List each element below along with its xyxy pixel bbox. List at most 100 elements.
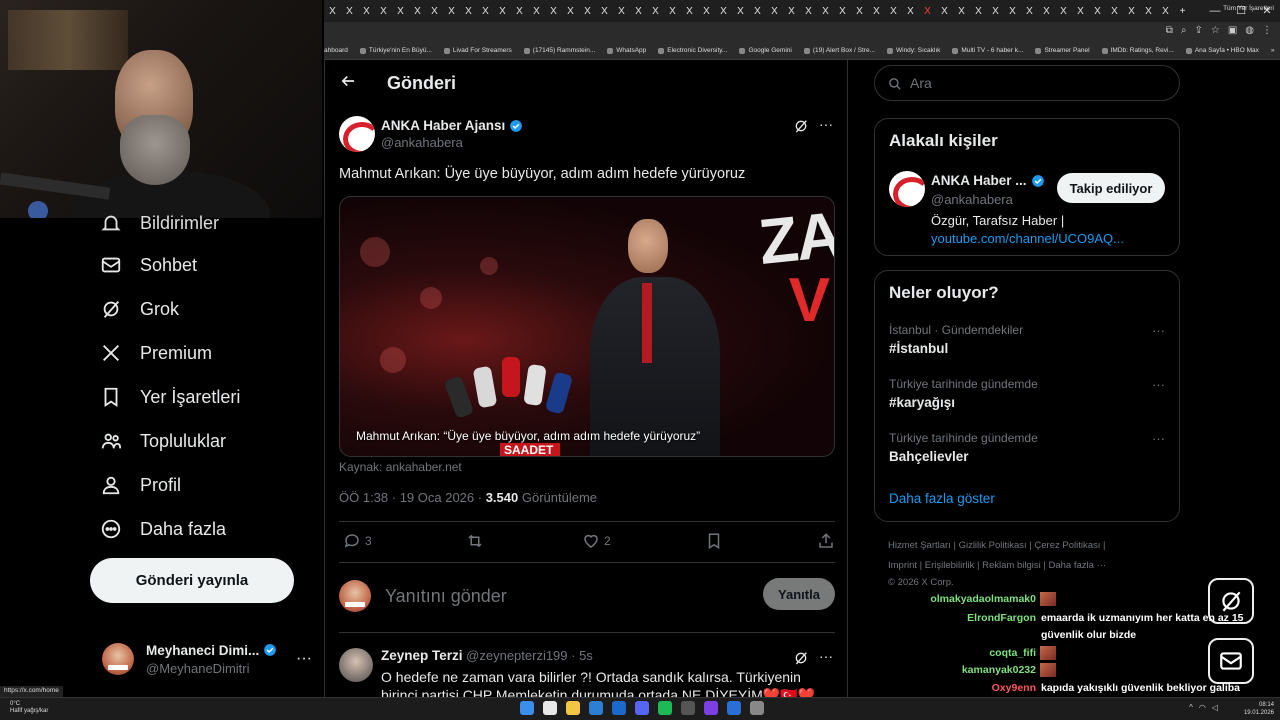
- grok-icon[interactable]: [793, 650, 809, 666]
- wifi-icon[interactable]: ◠: [1199, 703, 1206, 712]
- messages-fab[interactable]: [1208, 638, 1254, 684]
- steam-icon[interactable]: [612, 701, 626, 715]
- browser-tab[interactable]: X: [1055, 0, 1072, 22]
- obs-icon[interactable]: [750, 701, 764, 715]
- browser-tab[interactable]: X: [766, 0, 783, 22]
- browser-tab[interactable]: X: [1089, 0, 1106, 22]
- browser-tab[interactable]: X: [341, 0, 358, 22]
- browser-tab[interactable]: X: [579, 0, 596, 22]
- browser-tab[interactable]: X: [1004, 0, 1021, 22]
- browser-tab[interactable]: X: [494, 0, 511, 22]
- app-icon[interactable]: [704, 701, 718, 715]
- nav-item-profile[interactable]: Profil: [100, 474, 181, 496]
- weather-widget[interactable]: 0°C Hafif yağış/kar: [10, 701, 48, 715]
- browser-tab[interactable]: X: [868, 0, 885, 22]
- extensions-icon[interactable]: ▣: [1228, 25, 1237, 36]
- back-arrow-icon[interactable]: [339, 72, 359, 95]
- nav-item-bookmarks[interactable]: Yer İşaretleri: [100, 386, 240, 408]
- footer-row[interactable]: Imprint | Erişilebilirlik | Reklam bilgi…: [888, 556, 1106, 576]
- browser-tab[interactable]: X: [987, 0, 1004, 22]
- browser-tab[interactable]: X: [664, 0, 681, 22]
- explorer-icon[interactable]: [566, 701, 580, 715]
- trend-item[interactable]: Türkiye tarihinde gündemde #karyağışı: [889, 377, 1038, 410]
- browser-tab[interactable]: X: [545, 0, 562, 22]
- browser-tab[interactable]: X: [970, 0, 987, 22]
- author-handle[interactable]: @ankahabera: [381, 135, 523, 150]
- bookmark-item[interactable]: (19) Alert Box / Stre...: [803, 47, 875, 54]
- show-more-link[interactable]: Daha fazla göster: [889, 491, 995, 506]
- bookmark-item[interactable]: Livad For Streamers: [443, 47, 512, 54]
- chat-username[interactable]: coqta_fifi: [900, 647, 1036, 659]
- spotify-icon[interactable]: [658, 701, 672, 715]
- bookmark-item[interactable]: Türkiye'nin En Büyü...: [359, 47, 432, 54]
- media-source[interactable]: Kaynak: ankahaber.net: [339, 460, 462, 474]
- app-icon[interactable]: [727, 701, 741, 715]
- following-button[interactable]: Takip ediliyor: [1057, 173, 1165, 203]
- footer-row[interactable]: Hizmet Şartları | Gizlilik Politikası | …: [888, 536, 1106, 556]
- bookmark-item[interactable]: (17145) Rammstein...: [523, 47, 595, 54]
- reply-author-handle[interactable]: @zeynepterzi199 · 5s: [466, 648, 593, 663]
- author-avatar[interactable]: [339, 116, 375, 152]
- browser-tab[interactable]: X: [443, 0, 460, 22]
- browser-tab[interactable]: X: [919, 0, 936, 22]
- author-name[interactable]: ANKA Haber Ajansı: [381, 118, 505, 133]
- account-more-icon[interactable]: ···: [296, 650, 312, 668]
- related-link[interactable]: youtube.com/channel/UCO9AQ...: [931, 231, 1124, 246]
- browser-tab[interactable]: X: [596, 0, 613, 22]
- trend-more-icon[interactable]: ···: [1152, 377, 1165, 392]
- browser-tab[interactable]: X: [902, 0, 919, 22]
- search-icon[interactable]: [543, 701, 557, 715]
- trend-more-icon[interactable]: ···: [1152, 431, 1165, 446]
- browser-tab[interactable]: X: [732, 0, 749, 22]
- nav-item-grok[interactable]: Grok: [100, 298, 179, 320]
- star-icon[interactable]: ☆: [1211, 25, 1220, 36]
- like-action[interactable]: 2: [582, 532, 611, 550]
- install-icon[interactable]: ⧉: [1166, 25, 1173, 36]
- browser-tab[interactable]: X: [426, 0, 443, 22]
- bookmark-item[interactable]: Electronic Diversity...: [658, 47, 727, 54]
- browser-tab[interactable]: X: [1072, 0, 1089, 22]
- bookmark-action[interactable]: [705, 532, 723, 550]
- browser-tab[interactable]: X: [1157, 0, 1174, 22]
- bookmark-item[interactable]: IMDb: Ratings, Revi...: [1101, 47, 1174, 54]
- browser-tab[interactable]: X: [681, 0, 698, 22]
- bookmark-item[interactable]: Windy: Sıcaklık: [886, 47, 940, 54]
- bookmark-item[interactable]: WhatsApp: [607, 47, 646, 54]
- trend-more-icon[interactable]: ···: [1152, 323, 1165, 338]
- browser-tab[interactable]: X: [1123, 0, 1140, 22]
- nav-item-more[interactable]: Daha fazla: [100, 518, 226, 540]
- start-icon[interactable]: [520, 701, 534, 715]
- related-handle[interactable]: @ankahabera: [931, 192, 1013, 207]
- browser-menu-icon[interactable]: ⋮: [1262, 25, 1272, 36]
- related-avatar[interactable]: [889, 171, 925, 207]
- zoom-icon[interactable]: ⌕: [1181, 25, 1187, 36]
- reply-input[interactable]: Yanıtını gönder: [385, 586, 507, 607]
- browser-tab[interactable]: X: [392, 0, 409, 22]
- browser-tab[interactable]: X: [1021, 0, 1038, 22]
- browser-tab[interactable]: X: [1038, 0, 1055, 22]
- post-timestamp[interactable]: ÖÖ 1:38 · 19 Oca 2026 ·: [339, 490, 486, 505]
- chat-username[interactable]: Oxy9enn: [900, 682, 1036, 694]
- reply-author-name[interactable]: Zeynep Terzi: [381, 648, 463, 663]
- avatar[interactable]: [339, 648, 373, 682]
- edge-icon[interactable]: [589, 701, 603, 715]
- post-author[interactable]: ANKA Haber Ajansı @ankahabera: [339, 116, 523, 152]
- browser-tab[interactable]: X: [562, 0, 579, 22]
- grok-icon[interactable]: [793, 118, 809, 134]
- browser-tab[interactable]: X: [834, 0, 851, 22]
- bookmark-item[interactable]: Ana Sayfa • HBO Max: [1185, 47, 1259, 54]
- bookmark-item[interactable]: ahboard: [324, 47, 348, 54]
- browser-tab[interactable]: X: [698, 0, 715, 22]
- bookmarks-overflow-icon[interactable]: »: [1271, 47, 1275, 54]
- account-switcher[interactable]: Meyhaneci Dimi... @MeyhaneDimitri ···: [102, 637, 312, 681]
- post-media-image[interactable]: ZA V Mahmut Arıkan: “Üye üye büyüyor, ad…: [339, 196, 835, 457]
- browser-tab[interactable]: X: [324, 0, 341, 22]
- browser-tab[interactable]: X: [528, 0, 545, 22]
- share-action[interactable]: [817, 532, 835, 550]
- app-icon[interactable]: [681, 701, 695, 715]
- speaker-icon[interactable]: ◁: [1212, 703, 1218, 712]
- post-button[interactable]: Gönderi yayınla: [90, 558, 294, 603]
- reply-more-icon[interactable]: ···: [819, 648, 833, 664]
- system-tray[interactable]: ^ ◠ ◁: [1189, 703, 1218, 712]
- bookmark-item[interactable]: Google Gemini: [739, 47, 792, 54]
